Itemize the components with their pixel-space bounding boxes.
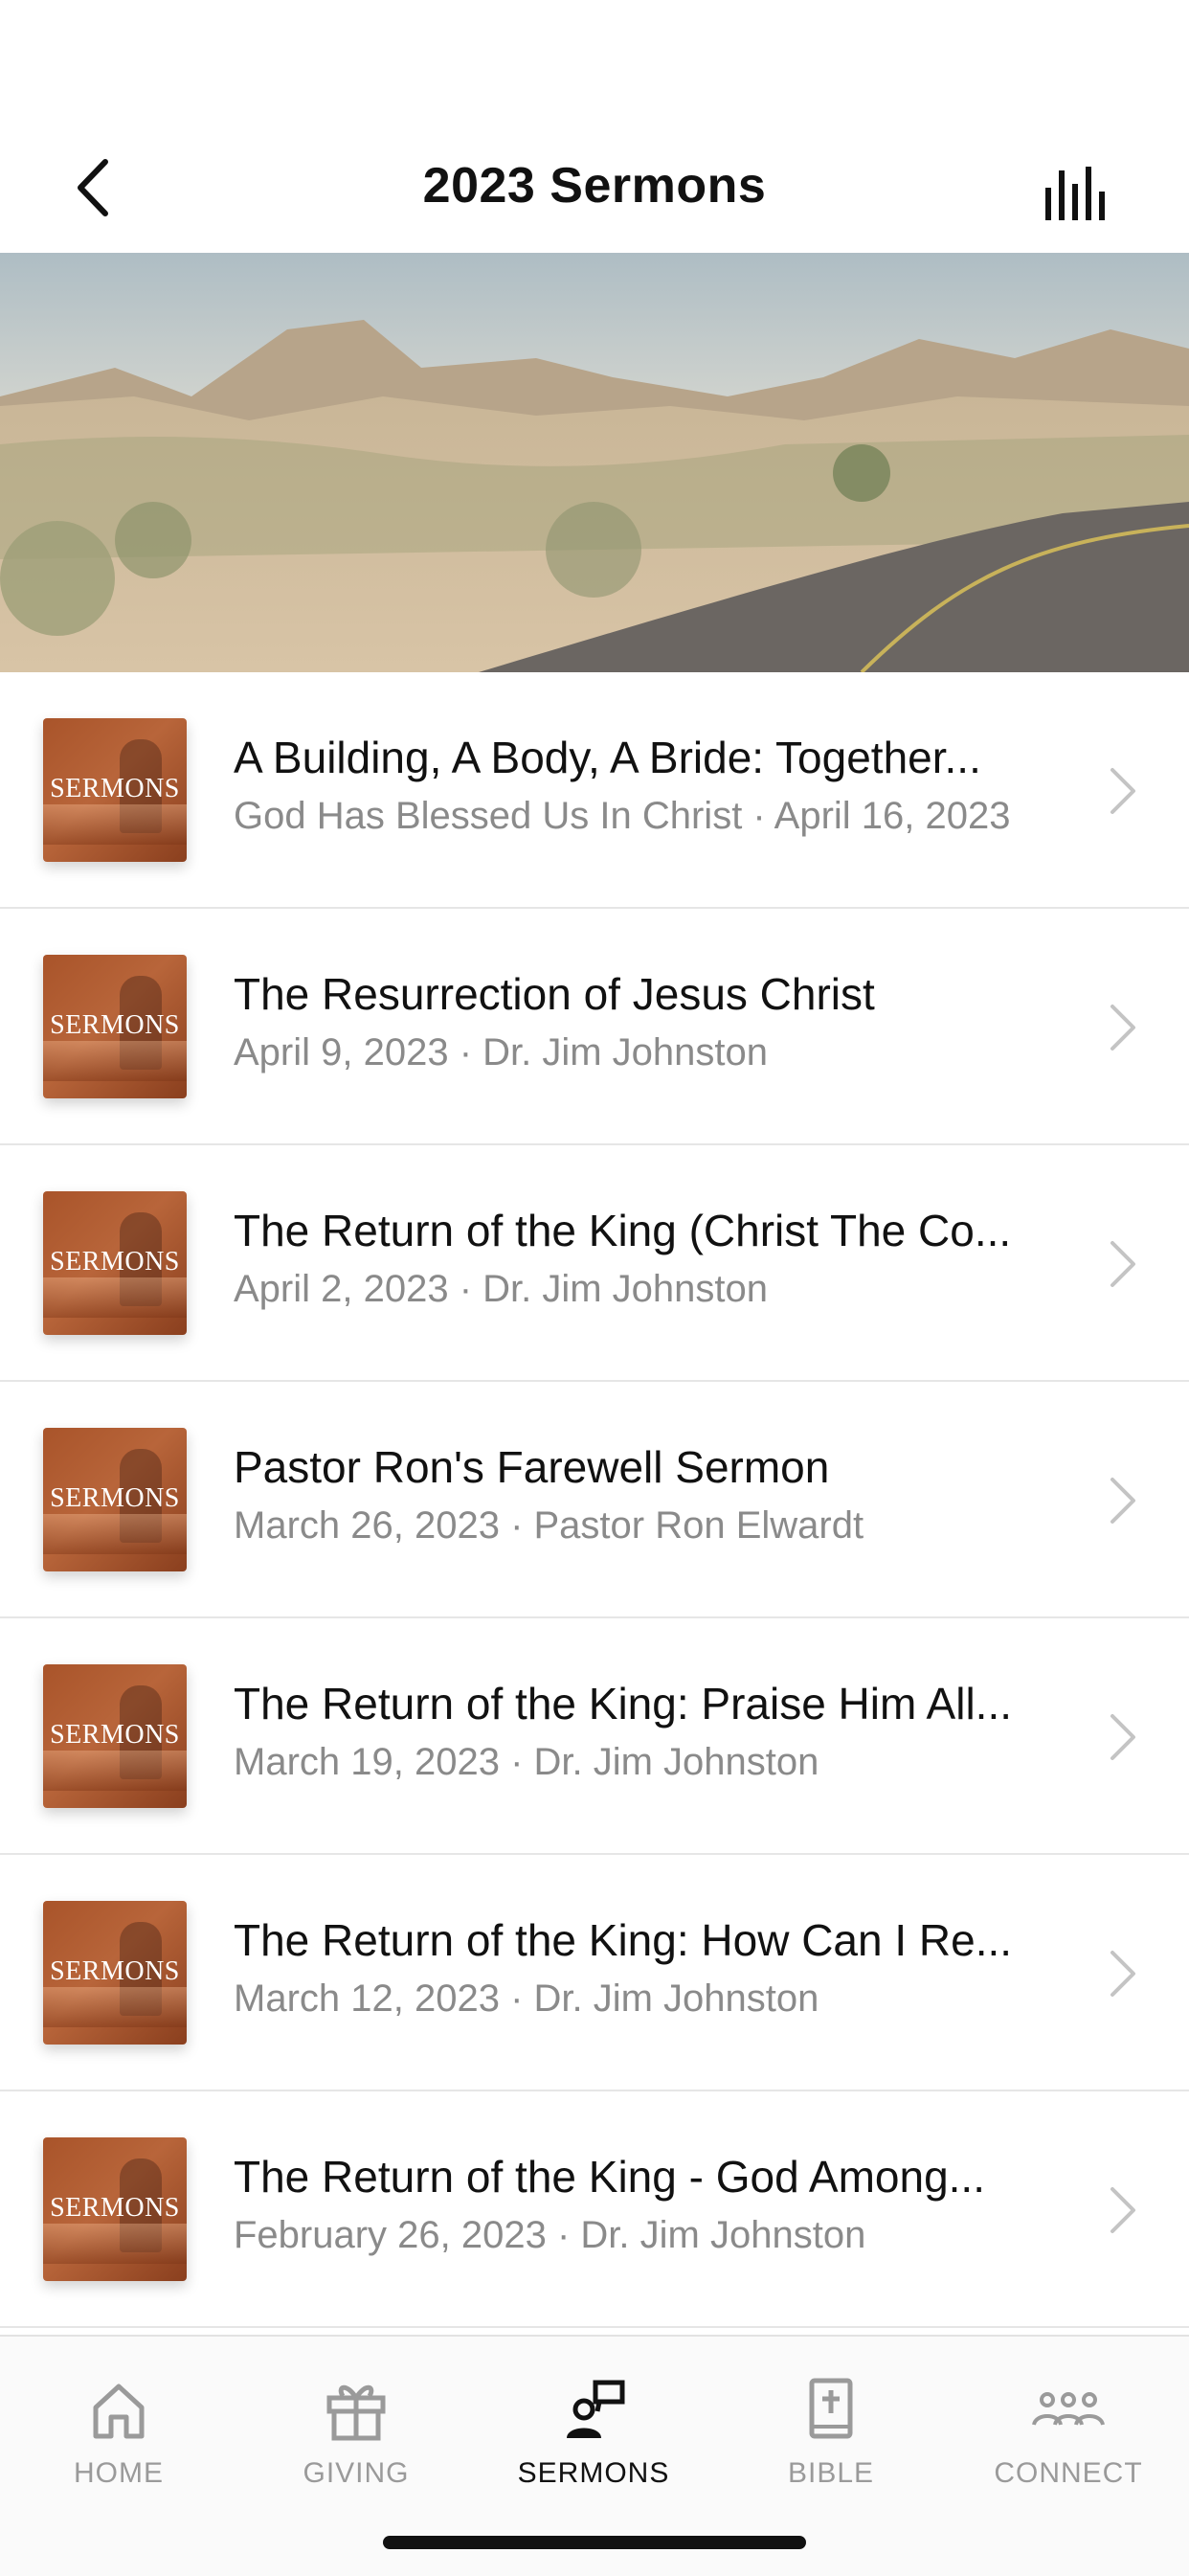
audio-bars-button[interactable] xyxy=(1040,157,1116,220)
sermon-row[interactable]: SERMONS The Return of the King: How Can … xyxy=(0,1855,1189,2091)
sermon-thumbnail: SERMONS xyxy=(43,955,187,1098)
chevron-right-icon xyxy=(1110,1005,1135,1051)
sermon-row[interactable]: SERMONS The Return of the King: Praise H… xyxy=(0,1618,1189,1855)
sermon-subtitle: April 9, 2023 · Dr. Jim Johnston xyxy=(234,1031,769,1073)
desert-road-image xyxy=(0,253,1189,672)
banner-image xyxy=(0,253,1189,672)
sermon-title: The Return of the King: Praise Him All..… xyxy=(234,1679,1013,1729)
tab-home[interactable]: HOME xyxy=(0,2356,237,2528)
sermon-thumbnail: SERMONS xyxy=(43,1901,187,2045)
tab-label: SERMONS xyxy=(517,2457,670,2489)
tab-label: BIBLE xyxy=(787,2457,875,2489)
sermon-thumbnail: SERMONS xyxy=(43,1191,187,1335)
sermon-row[interactable]: SERMONS A Building, A Body, A Bride: Tog… xyxy=(0,672,1189,909)
tab-label: CONNECT xyxy=(994,2457,1143,2489)
sermon-subtitle: February 26, 2023 · Dr. Jim Johnston xyxy=(234,2214,866,2256)
sermon-title: The Return of the King: How Can I Re... xyxy=(234,1915,1013,1965)
sermon-thumbnail: SERMONS xyxy=(43,2137,187,2281)
tab-label: GIVING xyxy=(303,2457,410,2489)
bars-icon xyxy=(1045,167,1105,220)
sermon-row[interactable]: SERMONS The Resurrection of Jesus Christ… xyxy=(0,909,1189,1145)
chevron-right-icon xyxy=(1110,1951,1135,1997)
sermon-row[interactable]: SERMONS Pastor Ron's Farewell Sermon Mar… xyxy=(0,1382,1189,1618)
sermon-title: The Return of the King (Christ The Co... xyxy=(234,1206,1012,1255)
sermon-subtitle: March 26, 2023 · Pastor Ron Elwardt xyxy=(234,1504,864,1547)
sermon-subtitle: April 2, 2023 · Dr. Jim Johnston xyxy=(234,1268,769,1310)
sermon-row[interactable]: SERMONS The Return of the King (Christ T… xyxy=(0,1145,1189,1382)
bible-icon xyxy=(809,2378,853,2439)
sermon-list: SERMONS A Building, A Body, A Bride: Tog… xyxy=(0,672,1189,2328)
nav-header: 2023 Sermons xyxy=(0,0,1189,253)
sermon-thumbnail: SERMONS xyxy=(43,1428,187,1571)
sermon-title: A Building, A Body, A Bride: Together... xyxy=(234,733,981,782)
sermon-thumbnail: SERMONS xyxy=(43,718,187,862)
tab-bible[interactable]: BIBLE xyxy=(712,2356,950,2528)
tab-giving[interactable]: GIVING xyxy=(237,2356,475,2528)
chevron-right-icon xyxy=(1110,768,1135,814)
page-title: 2023 Sermons xyxy=(422,158,767,214)
people-icon xyxy=(1032,2392,1105,2426)
sermon-subtitle: March 12, 2023 · Dr. Jim Johnston xyxy=(234,1977,819,2020)
tab-sermons[interactable]: SERMONS xyxy=(475,2356,712,2528)
sermon-title: The Return of the King - God Among... xyxy=(234,2152,985,2202)
chevron-right-icon xyxy=(1110,1478,1135,1524)
sermon-title: The Resurrection of Jesus Christ xyxy=(234,969,875,1019)
chevron-right-icon xyxy=(1110,2187,1135,2233)
sermon-subtitle: March 19, 2023 · Dr. Jim Johnston xyxy=(234,1741,819,1783)
home-icon xyxy=(93,2384,145,2439)
tab-connect[interactable]: CONNECT xyxy=(950,2356,1187,2528)
sermon-title: Pastor Ron's Farewell Sermon xyxy=(234,1442,830,1492)
chevron-right-icon xyxy=(1110,1714,1135,1760)
chevron-right-icon xyxy=(1110,1241,1135,1287)
sermons-icon xyxy=(567,2380,625,2438)
sermon-thumbnail: SERMONS xyxy=(43,1664,187,1808)
tab-label: HOME xyxy=(74,2457,164,2489)
gift-icon xyxy=(326,2384,386,2441)
sermon-row[interactable]: SERMONS The Return of the King - God Amo… xyxy=(0,2091,1189,2328)
home-indicator xyxy=(383,2536,806,2549)
sermon-subtitle: God Has Blessed Us In Christ · April 16,… xyxy=(234,795,1011,837)
